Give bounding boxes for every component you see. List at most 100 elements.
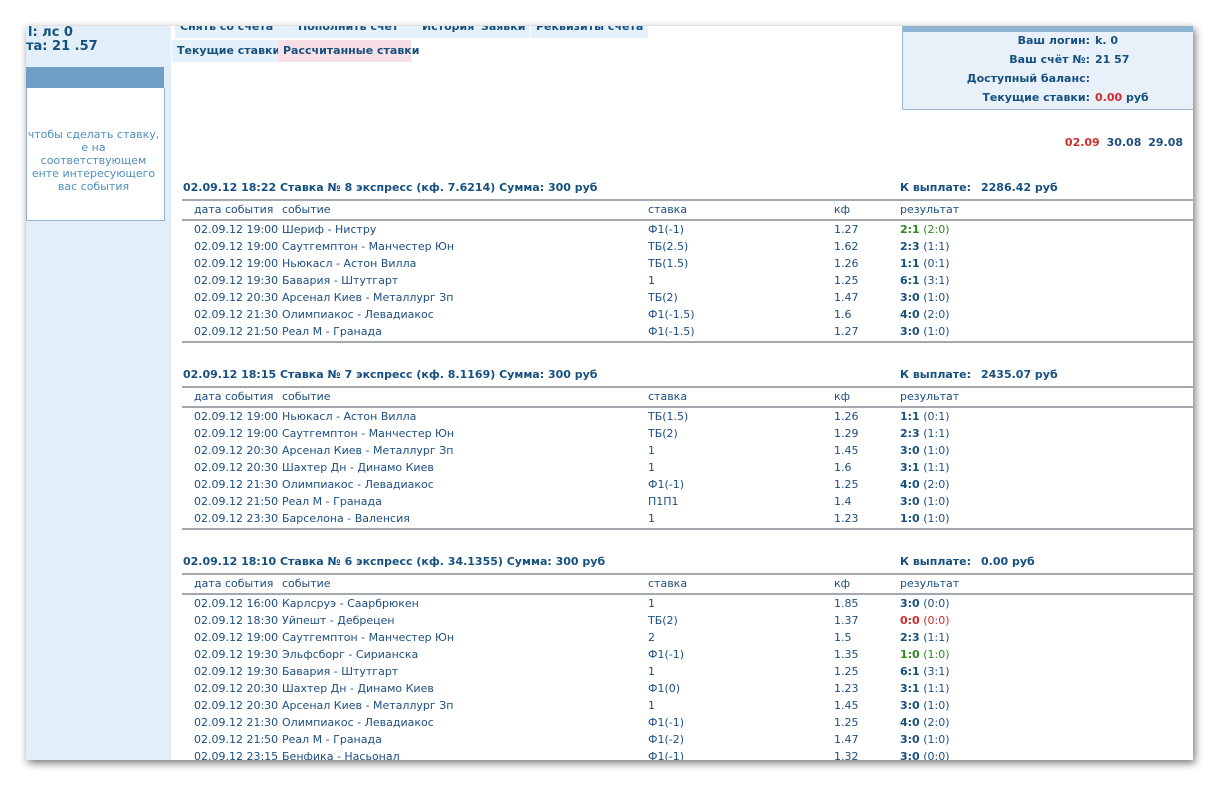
payout-value: 2435.07 руб [981,368,1058,381]
bet-type: 2 [648,631,655,644]
event-name: Карлсруэ - Саарбрюкен [282,597,419,610]
bet-coef: 1.32 [834,750,859,760]
table-row: 02.09.12 20:30 Арсенал Киев - Металлург З… [182,442,1193,459]
bet-type: Ф1(-1) [648,750,685,760]
final-score: 2:3 [900,427,920,440]
event-result: 4:0 (2:0) [900,716,950,729]
final-score: 1:1 [900,257,920,270]
event-result: 3:0 (1:0) [900,291,950,304]
column-header-row: дата события событие ставка кф результат [182,573,1193,595]
final-score: 3:0 [900,495,920,508]
bet-header: 02.09.12 18:15 Ставка № 7 экспресс (кф. … [182,368,1193,384]
event-result: 0:0 (0:0) [900,614,950,627]
event-name: Саутгемптон - Манчестер Юн [282,240,455,253]
event-name: Саутгемптон - Манчестер Юн [282,427,455,440]
final-score: 3:0 [900,291,920,304]
col-date: дата события [194,390,274,403]
bet-title: 02.09.12 18:15 Ставка № 7 экспресс (кф. … [183,368,598,381]
event-name: Реал М - Гранада [282,325,382,338]
event-date: 02.09.12 20:30 [194,461,279,474]
event-name: Ньюкасл - Астон Вилла [282,257,417,270]
date-link-0209[interactable]: 02.09 [1065,136,1100,149]
tab-deposit[interactable]: Пополнить счет [278,26,426,38]
event-date: 02.09.12 19:30 [194,648,279,661]
event-result: 2:1 (2:0) [900,223,950,236]
final-score: 1:0 [900,512,920,525]
date-link-3008[interactable]: 30.08 [1107,136,1142,149]
bet-title: 02.09.12 18:22 Ставка № 8 экспресс (кф. … [183,181,598,194]
event-name: Бавария - Штутгарт [282,274,399,287]
bet-type: 1 [648,444,655,457]
tab-history[interactable]: История [417,26,480,38]
bet-block: 02.09.12 18:10 Ставка № 6 экспресс (кф. … [182,555,1193,760]
half-score: (1:0) [923,444,950,457]
bet-type: 1 [648,665,655,678]
bet-type: 1 [648,512,655,525]
table-row: 02.09.12 18:30 Уйпешт - Дебрецен ТБ(2) 1.37… [182,612,1193,629]
event-date: 02.09.12 20:30 [194,682,279,695]
bet-title: 02.09.12 18:10 Ставка № 6 экспресс (кф. … [183,555,606,568]
event-date: 02.09.12 21:50 [194,733,279,746]
bet-coef: 1.6 [834,308,852,321]
login-value: k. 0 [1095,34,1118,47]
event-name: Барселона - Валенсия [282,512,410,525]
bet-coef: 1.23 [834,512,859,525]
login-row: Ваш логин: k. 0 [903,34,1193,50]
balance-label: Доступный баланс: [966,72,1090,85]
tab-requests[interactable]: Заявки [476,26,531,38]
sidebar-account: та: 21 .57 [26,39,98,54]
bet-type: 1 [648,699,655,712]
col-event: событие [282,577,331,590]
sidebar-login: l: лс 0 [28,26,73,40]
final-score: 3:0 [900,750,920,760]
bet-coef: 1.27 [834,223,859,236]
event-date: 02.09.12 16:00 [194,597,279,610]
tab-requisites[interactable]: Реквизиты счета [531,26,649,38]
col-date: дата события [194,577,274,590]
sidebar-hint: чтобы сделать ставку, е на соответствующ… [27,128,160,193]
tab-withdraw[interactable]: Снять со счета [175,26,279,38]
event-result: 1:0 (1:0) [900,512,950,525]
event-name: Арсенал Киев - Металлург Зп [282,699,454,712]
bet-type: П1П1 [648,495,679,508]
table-row: 02.09.12 19:00 Саутгемптон - Манчестер Юн… [182,425,1193,442]
bet-coef: 1.6 [834,461,852,474]
bet-coef: 1.25 [834,478,859,491]
half-score: (1:0) [923,648,950,661]
event-date: 02.09.12 21:50 [194,495,279,508]
final-score: 3:1 [900,682,920,695]
tab-calculated-bets[interactable]: Рассчитанные ставки [278,40,419,62]
final-score: 3:1 [900,461,920,474]
half-score: (3:1) [923,665,950,678]
column-header-row: дата события событие ставка кф результат [182,199,1193,221]
bet-coef: 1.35 [834,648,859,661]
payout-label: К выплате: [900,555,972,568]
event-result: 3:0 (1:0) [900,325,950,338]
table-row: 02.09.12 21:50 Реал М - Гранада Ф1(-2) 1.47… [182,731,1193,748]
tab-current-bets[interactable]: Текущие ставки [172,40,286,62]
account-row: Ваш счёт №: 21 57 [903,53,1193,69]
event-result: 3:0 (1:0) [900,699,950,712]
bet-type: ТБ(1.5) [648,257,689,270]
bet-coef: 1.45 [834,444,859,457]
bet-coef: 1.62 [834,240,859,253]
bet-type: Ф1(-1) [648,716,685,729]
event-result: 3:0 (1:0) [900,733,950,746]
col-bet: ставка [648,203,688,216]
half-score: (0:0) [923,597,950,610]
event-date: 02.09.12 20:30 [194,291,279,304]
date-link-2908[interactable]: 29.08 [1148,136,1183,149]
half-score: (0:1) [923,410,950,423]
event-result: 3:0 (0:0) [900,750,950,760]
final-score: 4:0 [900,716,920,729]
bet-coef: 1.27 [834,325,859,338]
final-score: 2:3 [900,240,920,253]
event-result: 2:3 (1:1) [900,631,950,644]
event-date: 02.09.12 21:30 [194,478,279,491]
event-name: Эльфсборг - Сирианска [282,648,419,661]
table-row: 02.09.12 19:00 Ньюкасл - Астон Вилла ТБ(1.… [182,408,1193,425]
final-score: 6:1 [900,274,920,287]
half-score: (2:0) [923,716,950,729]
bet-coef: 1.23 [834,682,859,695]
event-result: 4:0 (2:0) [900,478,950,491]
